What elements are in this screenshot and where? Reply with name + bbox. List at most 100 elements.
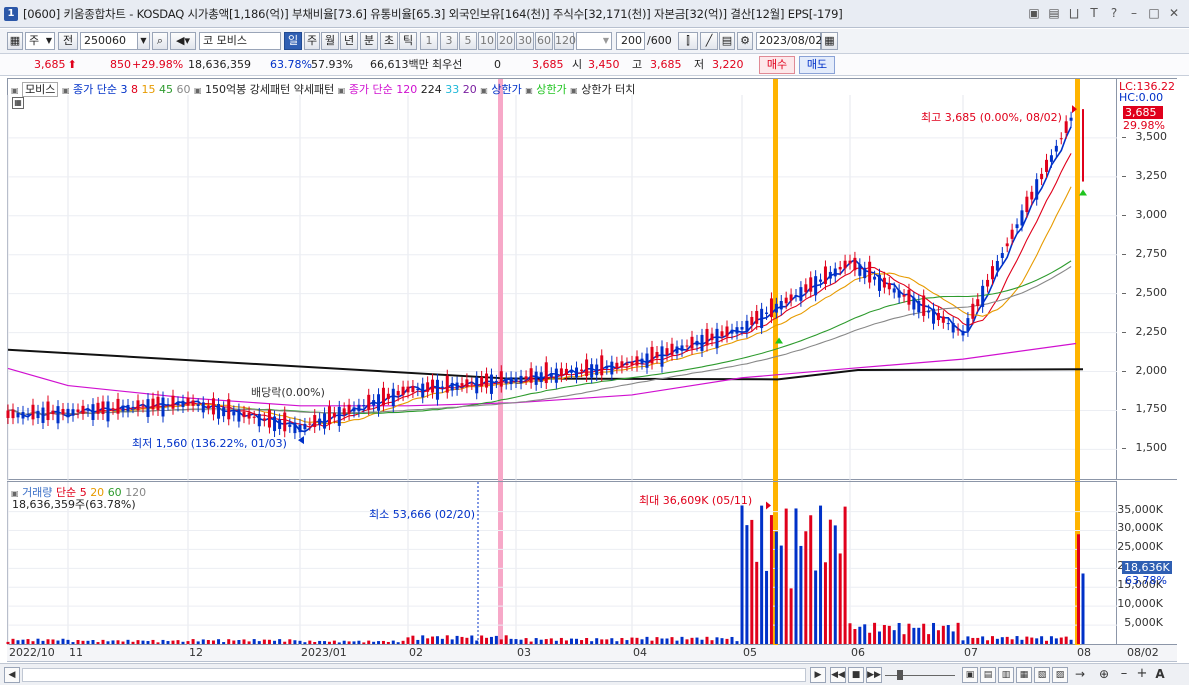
- count-input[interactable]: 200: [616, 32, 645, 50]
- interval-custom-input[interactable]: ▼: [576, 32, 612, 50]
- zoom-out-icon[interactable]: –: [1116, 667, 1132, 683]
- layout-6-icon[interactable]: ▨: [1052, 667, 1068, 683]
- volume-bar: [961, 640, 965, 644]
- split-icon[interactable]: ▤: [1047, 6, 1061, 20]
- minimize-icon[interactable]: –: [1127, 6, 1141, 20]
- volume-bar: [660, 638, 664, 644]
- interval-20[interactable]: 20: [497, 32, 515, 50]
- candle-body: [1035, 179, 1039, 200]
- candle-body: [242, 411, 246, 418]
- prev-button[interactable]: 전: [58, 32, 78, 50]
- table-icon[interactable]: ▦: [12, 97, 24, 109]
- candle-body: [257, 413, 261, 427]
- volume-chart-panel[interactable]: ▣ 거래량 단순 5 20 60 120 18,636,359주(63.78%)…: [6, 481, 1118, 646]
- sell-button[interactable]: 매도: [799, 56, 835, 74]
- candle-type-icon[interactable]: ⫿: [678, 32, 698, 50]
- annotation-high: 최고 3,685 (0.00%, 08/02): [921, 111, 1062, 124]
- stock-name-field[interactable]: 코 모비스: [199, 32, 281, 50]
- volume-bar: [56, 640, 60, 644]
- date-input[interactable]: 2023/08/02: [756, 32, 822, 50]
- draw-tool-icon[interactable]: ╱: [700, 32, 718, 50]
- gear-icon[interactable]: ⚙: [737, 32, 753, 50]
- period-week[interactable]: 주: [304, 32, 320, 50]
- font-icon[interactable]: T: [1087, 6, 1101, 20]
- volume-bar: [406, 637, 410, 644]
- candle-body: [789, 294, 793, 301]
- volume-bar: [116, 640, 120, 644]
- scroll-left-icon[interactable]: ◀: [4, 667, 20, 683]
- speaker-icon[interactable]: ◀▾: [170, 32, 196, 50]
- candle-body: [917, 300, 921, 313]
- help-icon[interactable]: ?: [1107, 6, 1121, 20]
- code-input[interactable]: 250060: [80, 32, 138, 50]
- candle-body: [288, 424, 292, 427]
- interval-30[interactable]: 30: [516, 32, 534, 50]
- layout-4-icon[interactable]: ▦: [1016, 667, 1032, 683]
- interval-5[interactable]: 5: [459, 32, 477, 50]
- buy-button[interactable]: 매수: [759, 56, 795, 74]
- candle-body: [685, 345, 689, 347]
- grid-icon[interactable]: ▦: [7, 32, 23, 50]
- fast-forward-icon[interactable]: ▶▶: [866, 667, 882, 683]
- pin-icon[interactable]: ⨆: [1067, 6, 1081, 20]
- stop-icon[interactable]: ■: [848, 667, 864, 683]
- period-day[interactable]: 일: [284, 32, 302, 50]
- volume-bar: [976, 637, 980, 644]
- volume-bar: [121, 641, 125, 644]
- zoom-slider[interactable]: [885, 668, 955, 682]
- candle-body: [480, 376, 484, 387]
- volume-chart-svg[interactable]: [6, 482, 1118, 646]
- save-icon[interactable]: ▤: [719, 32, 735, 50]
- chevron-down-icon[interactable]: ▼: [137, 32, 150, 50]
- volume-bar: [544, 639, 548, 644]
- volume-bar: [460, 636, 464, 644]
- candle-body: [318, 418, 322, 425]
- price-change-pct: +29.98%: [132, 58, 184, 71]
- font-size-icon[interactable]: A: [1152, 667, 1168, 683]
- close-icon[interactable]: ✕: [1167, 6, 1181, 20]
- volume-bar: [247, 641, 251, 644]
- layout-3-icon[interactable]: ▥: [998, 667, 1014, 683]
- volume-bar: [499, 639, 503, 644]
- scroll-track[interactable]: [22, 668, 806, 682]
- layout-1-icon[interactable]: ▣: [962, 667, 978, 683]
- price-chart-svg[interactable]: [6, 79, 1118, 481]
- volume-bar: [51, 639, 55, 644]
- candle-body: [715, 328, 719, 349]
- low-label: 저: [694, 58, 705, 71]
- rewind-icon[interactable]: ◀◀: [830, 667, 846, 683]
- chart-scrollbar[interactable]: ◀ ▶ ◀◀ ■ ▶▶ ▣ ▤ ▥ ▦ ▧ ▨ → ⊕ – + A: [0, 663, 1189, 685]
- scroll-right-icon[interactable]: ▶: [810, 667, 826, 683]
- interval-60[interactable]: 60: [535, 32, 553, 50]
- price-chart-panel[interactable]: ▣ 모비스 ▣ 종가 단순 3 8 15 45 60 ▣ 150억봉 강세패턴 …: [6, 78, 1118, 481]
- candle-body: [186, 397, 190, 406]
- market-select[interactable]: 주 ▼: [25, 32, 55, 50]
- restore-layout-icon[interactable]: ▣: [1027, 6, 1041, 20]
- candle-body: [308, 423, 312, 425]
- interval-10[interactable]: 10: [478, 32, 496, 50]
- layout-5-icon[interactable]: ▧: [1034, 667, 1050, 683]
- zoom-in-icon[interactable]: ⊕: [1096, 667, 1112, 683]
- candle-body: [106, 401, 110, 422]
- interval-1[interactable]: 1: [420, 32, 438, 50]
- period-minute[interactable]: 분: [360, 32, 378, 50]
- period-year[interactable]: 년: [340, 32, 358, 50]
- zoom-slider-handle[interactable]: [897, 670, 903, 680]
- candle-body: [690, 336, 694, 349]
- volume-bar: [670, 637, 674, 644]
- candle-body: [519, 375, 523, 384]
- calendar-icon[interactable]: ▦: [821, 32, 838, 50]
- search-icon[interactable]: ⌕: [152, 32, 168, 50]
- plus-icon[interactable]: +: [1134, 667, 1150, 683]
- date-tick-label: 02: [409, 646, 423, 659]
- layout-2-icon[interactable]: ▤: [980, 667, 996, 683]
- scroll-end-icon[interactable]: →: [1072, 667, 1088, 683]
- period-second[interactable]: 초: [380, 32, 398, 50]
- volume-bar: [186, 641, 190, 644]
- interval-3[interactable]: 3: [440, 32, 458, 50]
- period-month[interactable]: 월: [321, 32, 339, 50]
- maximize-icon[interactable]: □: [1147, 6, 1161, 20]
- period-tick[interactable]: 틱: [399, 32, 417, 50]
- candle-body: [725, 326, 729, 337]
- interval-120[interactable]: 120: [554, 32, 576, 50]
